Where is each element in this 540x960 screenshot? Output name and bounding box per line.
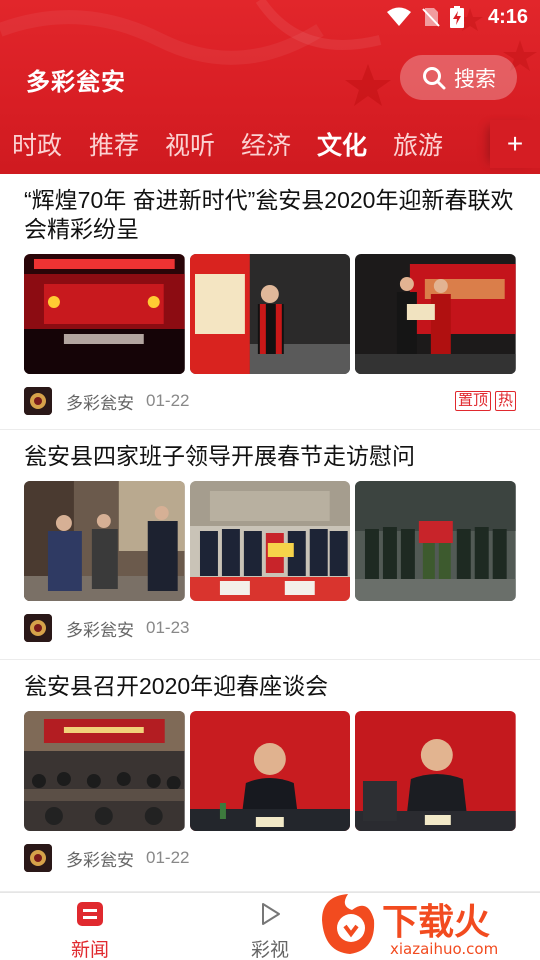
tab-jingji[interactable]: 经济	[228, 126, 304, 162]
app-title: 多彩瓮安	[26, 69, 126, 96]
article-meta: 多彩瓮安 01-22 置顶 热	[24, 374, 516, 428]
thumbnail-image[interactable]	[24, 711, 185, 831]
article-title[interactable]: “辉煌70年 奋进新时代”瓮安县2020年迎新春联欢会精彩纷呈	[24, 186, 516, 244]
thumbnail-image[interactable]	[355, 254, 517, 374]
list-item[interactable]: 瓮安县召开2020年迎春座谈会 多彩瓮安 01-22	[0, 660, 540, 892]
nav-news-label: 新闻	[70, 940, 109, 960]
thumbnail-image[interactable]	[355, 481, 517, 601]
badge-group: 置顶 热	[454, 391, 516, 411]
thumbnail-image[interactable]	[24, 481, 185, 601]
search-icon	[423, 66, 446, 89]
publish-date: 01-23	[146, 618, 190, 637]
thumbnail-row	[24, 711, 517, 831]
list-item[interactable]: “辉煌70年 奋进新时代”瓮安县2020年迎新春联欢会精彩纷呈 多彩瓮安 01-…	[0, 174, 540, 430]
no-sim-icon	[422, 8, 440, 27]
status-bar: 4:16	[0, 0, 540, 36]
app-header: 4:16 多彩瓮安 搜索 时政 推荐 视听 经济 文化 旅游 +	[0, 0, 540, 174]
thumbnail-row	[24, 481, 517, 601]
watermark: 下载火 xiazaihuo.com	[318, 890, 540, 960]
watermark-text: 下载火	[382, 902, 490, 943]
publish-date: 01-22	[146, 848, 190, 867]
thumbnail-image[interactable]	[189, 254, 351, 374]
source-avatar[interactable]	[24, 387, 52, 415]
news-icon	[77, 902, 103, 926]
search-button[interactable]: 搜索	[400, 55, 517, 100]
article-meta: 多彩瓮安 01-23	[24, 601, 516, 655]
thumbnail-image[interactable]	[189, 711, 351, 831]
nav-news[interactable]: 新闻	[50, 901, 130, 960]
news-feed[interactable]: “辉煌70年 奋进新时代”瓮安县2020年迎新春联欢会精彩纷呈 多彩瓮安 01-…	[0, 174, 540, 892]
pinned-badge: 置顶	[454, 391, 491, 411]
thumbnail-row	[24, 254, 517, 374]
article-title[interactable]: 瓮安县召开2020年迎春座谈会	[24, 672, 516, 701]
category-tabs: 时政 推荐 视听 经济 文化 旅游	[0, 120, 490, 168]
source-name[interactable]: 多彩瓮安	[66, 616, 134, 641]
search-label: 搜索	[454, 67, 496, 91]
nav-video[interactable]: 彩视	[230, 901, 310, 960]
tab-shiting[interactable]: 视听	[152, 126, 228, 162]
thumbnail-image[interactable]	[355, 711, 517, 831]
battery-charging-icon	[450, 6, 464, 28]
wifi-icon	[387, 7, 411, 26]
tab-lvyou[interactable]: 旅游	[380, 126, 456, 162]
source-avatar[interactable]	[24, 844, 52, 872]
article-meta: 多彩瓮安 01-22	[24, 831, 516, 885]
nav-video-label: 彩视	[250, 940, 289, 960]
source-name[interactable]: 多彩瓮安	[66, 846, 134, 871]
source-name[interactable]: 多彩瓮安	[66, 389, 134, 414]
watermark-url: xiazaihuo.com	[390, 940, 498, 958]
article-title[interactable]: 瓮安县四家班子领导开展春节走访慰问	[24, 442, 516, 471]
hot-badge: 热	[494, 391, 516, 411]
add-tab-button[interactable]: +	[490, 120, 540, 168]
thumbnail-image[interactable]	[189, 481, 351, 601]
tab-wenhua[interactable]: 文化	[304, 126, 380, 162]
list-item[interactable]: 瓮安县四家班子领导开展春节走访慰问 多彩瓮安 01-23	[0, 430, 540, 660]
tab-tuijian[interactable]: 推荐	[76, 126, 152, 162]
publish-date: 01-22	[146, 391, 190, 410]
source-avatar[interactable]	[24, 614, 52, 642]
thumbnail-image[interactable]	[24, 254, 185, 374]
play-icon	[262, 903, 280, 925]
tab-shizheng[interactable]: 时政	[0, 126, 76, 162]
status-time: 4:16	[487, 6, 528, 28]
